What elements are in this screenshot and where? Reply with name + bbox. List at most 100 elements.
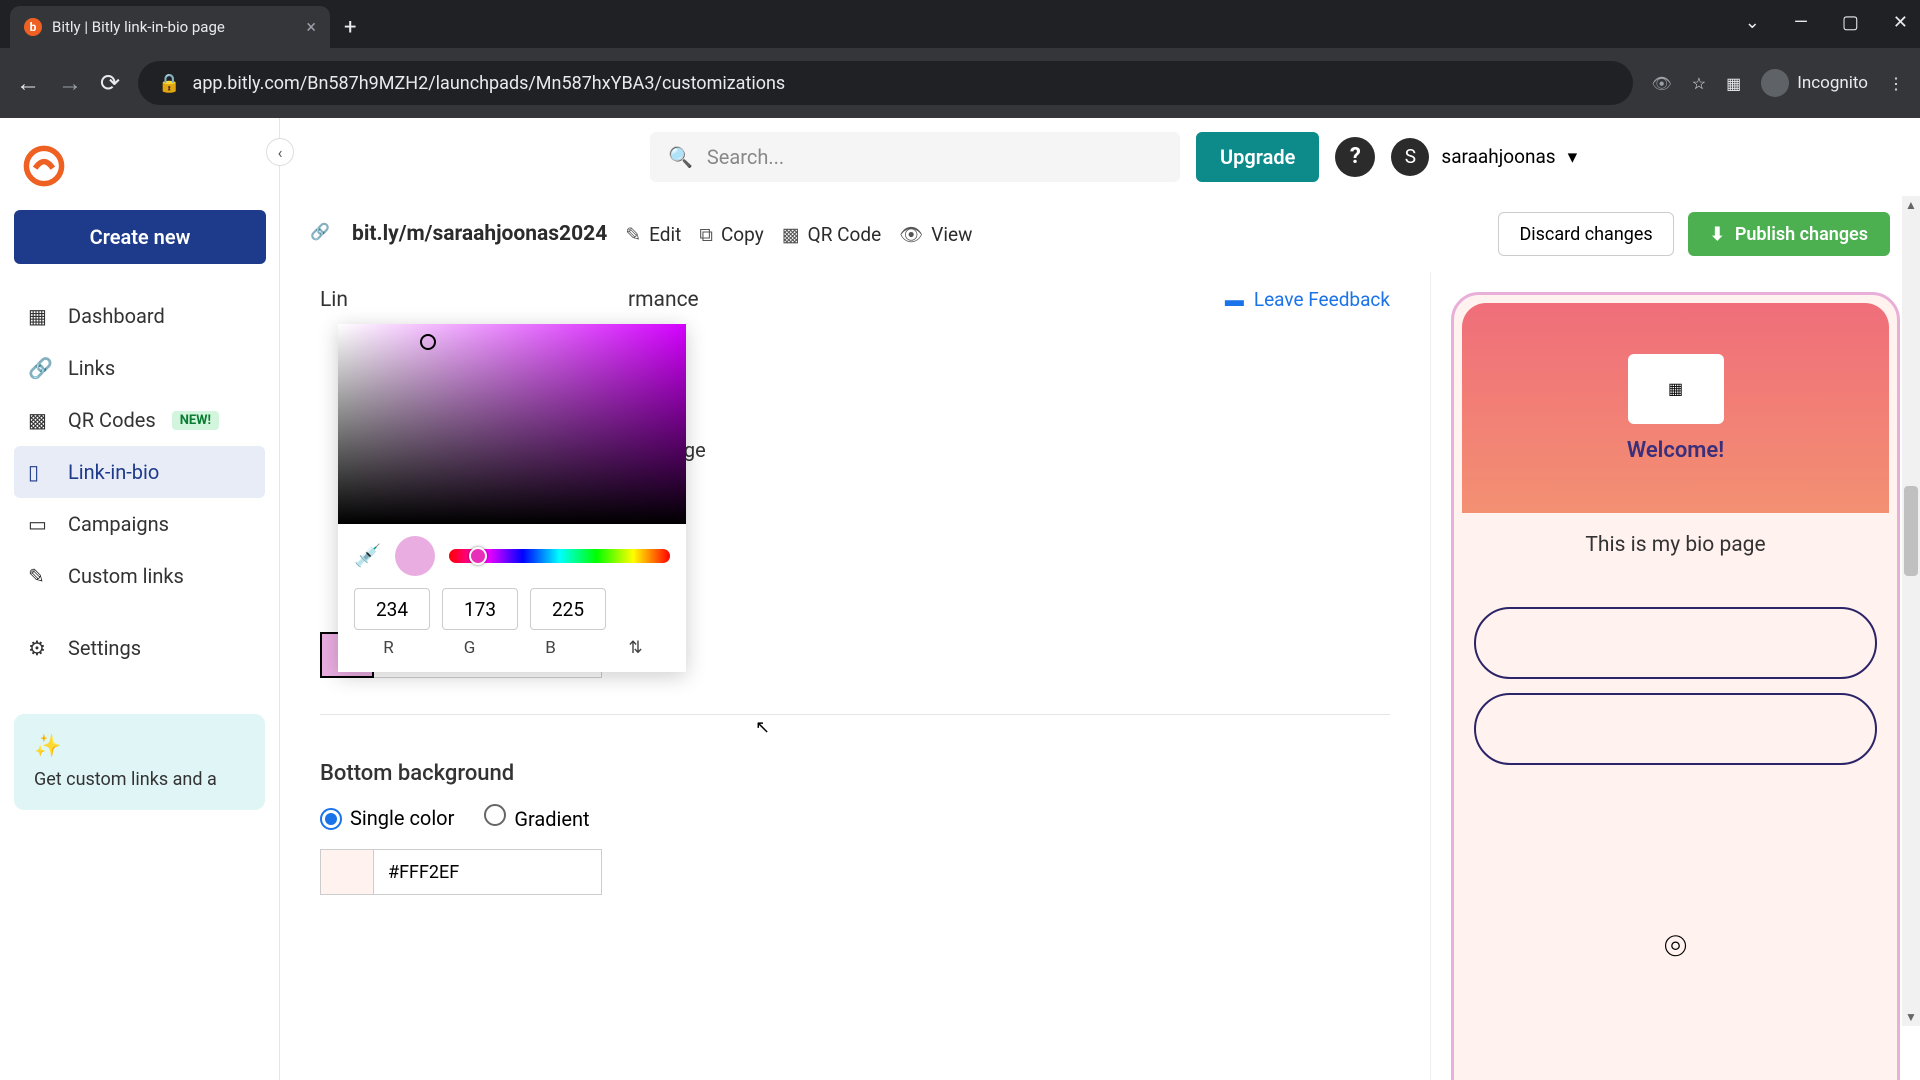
pencil-icon: ✎ <box>625 223 641 246</box>
dashboard-icon: ▦ <box>28 304 52 328</box>
copy-icon: ⧉ <box>699 223 713 246</box>
scroll-thumb[interactable] <box>1904 486 1918 576</box>
tab-links[interactable]: Lin <box>320 288 348 312</box>
download-icon: ⬇ <box>1710 224 1725 245</box>
radio-gradient[interactable]: Gradient <box>484 804 589 831</box>
bitly-logo[interactable] <box>22 144 66 188</box>
saturation-area[interactable] <box>338 324 686 524</box>
hue-thumb[interactable] <box>469 547 487 565</box>
upgrade-button[interactable]: Upgrade <box>1196 132 1319 182</box>
preview-link-pill <box>1474 693 1877 765</box>
r-input[interactable] <box>354 588 430 630</box>
sidebar-item-linkinbio[interactable]: ▯ Link-in-bio <box>14 446 265 498</box>
extensions-icon[interactable]: ▦ <box>1726 74 1741 93</box>
new-tab-button[interactable]: + <box>344 15 356 40</box>
favicon-icon: b <box>24 18 42 36</box>
edit-link-button[interactable]: ✎Edit <box>625 223 681 246</box>
chevron-down-icon: ▾ <box>1568 145 1578 168</box>
url-text: app.bitly.com/Bn587h9MZH2/launchpads/Mn5… <box>193 73 786 94</box>
minimize-icon[interactable]: — <box>1794 12 1808 33</box>
bio-icon: ▯ <box>28 460 52 484</box>
campaigns-icon: ▭ <box>28 512 52 536</box>
search-input[interactable]: 🔍 Search... <box>650 132 1180 182</box>
scrollbar[interactable]: ▲ ▼ <box>1902 196 1920 1026</box>
sidebar-item-dashboard[interactable]: ▦ Dashboard <box>14 290 265 342</box>
bottom-color-swatch[interactable] <box>320 849 374 895</box>
preview-hero: ▦ Welcome! <box>1462 303 1889 513</box>
preview-link-pill <box>1474 607 1877 679</box>
hue-slider[interactable] <box>449 549 670 563</box>
browser-tab[interactable]: b Bitly | Bitly link-in-bio page × <box>10 6 330 48</box>
sidebar-item-links[interactable]: 🔗 Links <box>14 342 265 394</box>
tab-performance[interactable]: rmance <box>628 288 699 312</box>
back-button[interactable]: ← <box>16 69 40 98</box>
view-link-button[interactable]: 👁View <box>899 223 972 246</box>
incognito-icon <box>1761 69 1789 97</box>
preview-card: ▦ Welcome! This is my bio page ⌾ <box>1451 292 1900 1080</box>
preview-welcome: Welcome! <box>1627 438 1724 463</box>
maximize-icon[interactable]: ▢ <box>1842 12 1859 33</box>
g-input[interactable] <box>442 588 518 630</box>
preview-pane: ▦ Welcome! This is my bio page ⌾ <box>1430 272 1920 1080</box>
saturation-thumb[interactable] <box>420 334 436 350</box>
g-label: G <box>435 638 504 658</box>
scroll-down-icon[interactable]: ▼ <box>1905 1010 1917 1024</box>
avatar: S <box>1391 138 1429 176</box>
close-tab-icon[interactable]: × <box>306 17 316 38</box>
bottom-hex-input[interactable] <box>374 849 602 895</box>
current-color-swatch <box>395 536 435 576</box>
tab-title: Bitly | Bitly link-in-bio page <box>52 18 225 36</box>
instagram-icon: ⌾ <box>1454 925 1897 969</box>
sidebar-item-campaigns[interactable]: ▭ Campaigns <box>14 498 265 550</box>
kebab-menu-icon[interactable]: ⋮ <box>1888 74 1904 93</box>
create-new-button[interactable]: Create new <box>14 210 266 264</box>
color-picker-popover: 💉 R G <box>338 324 686 672</box>
link-icon: 🔗 <box>310 222 334 246</box>
address-bar[interactable]: 🔒 app.bitly.com/Bn587h9MZH2/launchpads/M… <box>138 61 1633 105</box>
discard-button[interactable]: Discard changes <box>1498 212 1673 256</box>
close-window-icon[interactable]: ✕ <box>1893 12 1908 33</box>
link-icon: 🔗 <box>28 356 52 380</box>
bio-url: bit.ly/m/saraahjoonas2024 <box>352 222 607 246</box>
divider <box>320 714 1390 715</box>
lock-icon: 🔒 <box>158 73 180 94</box>
reload-button[interactable]: ⟳ <box>100 69 120 97</box>
preview-hero-image: ▦ <box>1628 354 1724 424</box>
promo-card: ✨ Get custom links and a <box>14 714 265 810</box>
user-menu[interactable]: S saraahjoonas ▾ <box>1391 138 1577 176</box>
publish-button[interactable]: ⬇ Publish changes <box>1688 212 1890 256</box>
bottom-bg-title: Bottom background <box>320 761 1390 786</box>
gear-icon: ⚙ <box>28 636 52 660</box>
leave-feedback-button[interactable]: ▬ Leave Feedback <box>1225 288 1390 312</box>
customlinks-icon: ✎ <box>28 564 52 588</box>
scroll-up-icon[interactable]: ▲ <box>1905 198 1917 212</box>
sidebar-item-qrcodes[interactable]: ▩ QR Codes NEW! <box>14 394 265 446</box>
chevrons-down-icon[interactable]: ⌄ <box>1745 12 1760 33</box>
new-badge: NEW! <box>172 411 219 430</box>
eye-icon: 👁 <box>899 223 923 246</box>
help-button[interactable]: ? <box>1335 137 1375 177</box>
radio-single-color[interactable]: Single color <box>320 806 454 830</box>
search-icon: 🔍 <box>668 145 693 169</box>
sidebar-item-settings[interactable]: ⚙ Settings <box>14 622 265 674</box>
incognito-badge: Incognito <box>1761 69 1868 97</box>
b-input[interactable] <box>530 588 606 630</box>
eye-off-icon[interactable]: 👁 <box>1651 74 1671 93</box>
bookmark-star-icon[interactable]: ☆ <box>1692 74 1706 93</box>
chat-icon: ▬ <box>1225 288 1244 312</box>
qr-link-button[interactable]: ▩QR Code <box>782 223 881 246</box>
color-mode-toggle[interactable]: ⇅ <box>601 638 670 658</box>
sparkle-icon: ✨ <box>34 734 245 759</box>
r-label: R <box>354 638 423 658</box>
b-label: B <box>516 638 585 658</box>
preview-bio-text: This is my bio page <box>1454 533 1897 557</box>
qr-icon: ▩ <box>28 408 52 432</box>
copy-link-button[interactable]: ⧉Copy <box>699 223 763 246</box>
qr-icon: ▩ <box>782 223 800 246</box>
eyedropper-icon[interactable]: 💉 <box>354 544 381 569</box>
forward-button: → <box>58 69 82 98</box>
browser-chrome: b Bitly | Bitly link-in-bio page × + ⌄ —… <box>0 0 1920 118</box>
sidebar-item-customlinks[interactable]: ✎ Custom links <box>14 550 265 602</box>
image-label: Image <box>650 438 1390 462</box>
sidebar: Create new ▦ Dashboard 🔗 Links ▩ QR Code… <box>0 118 280 1080</box>
